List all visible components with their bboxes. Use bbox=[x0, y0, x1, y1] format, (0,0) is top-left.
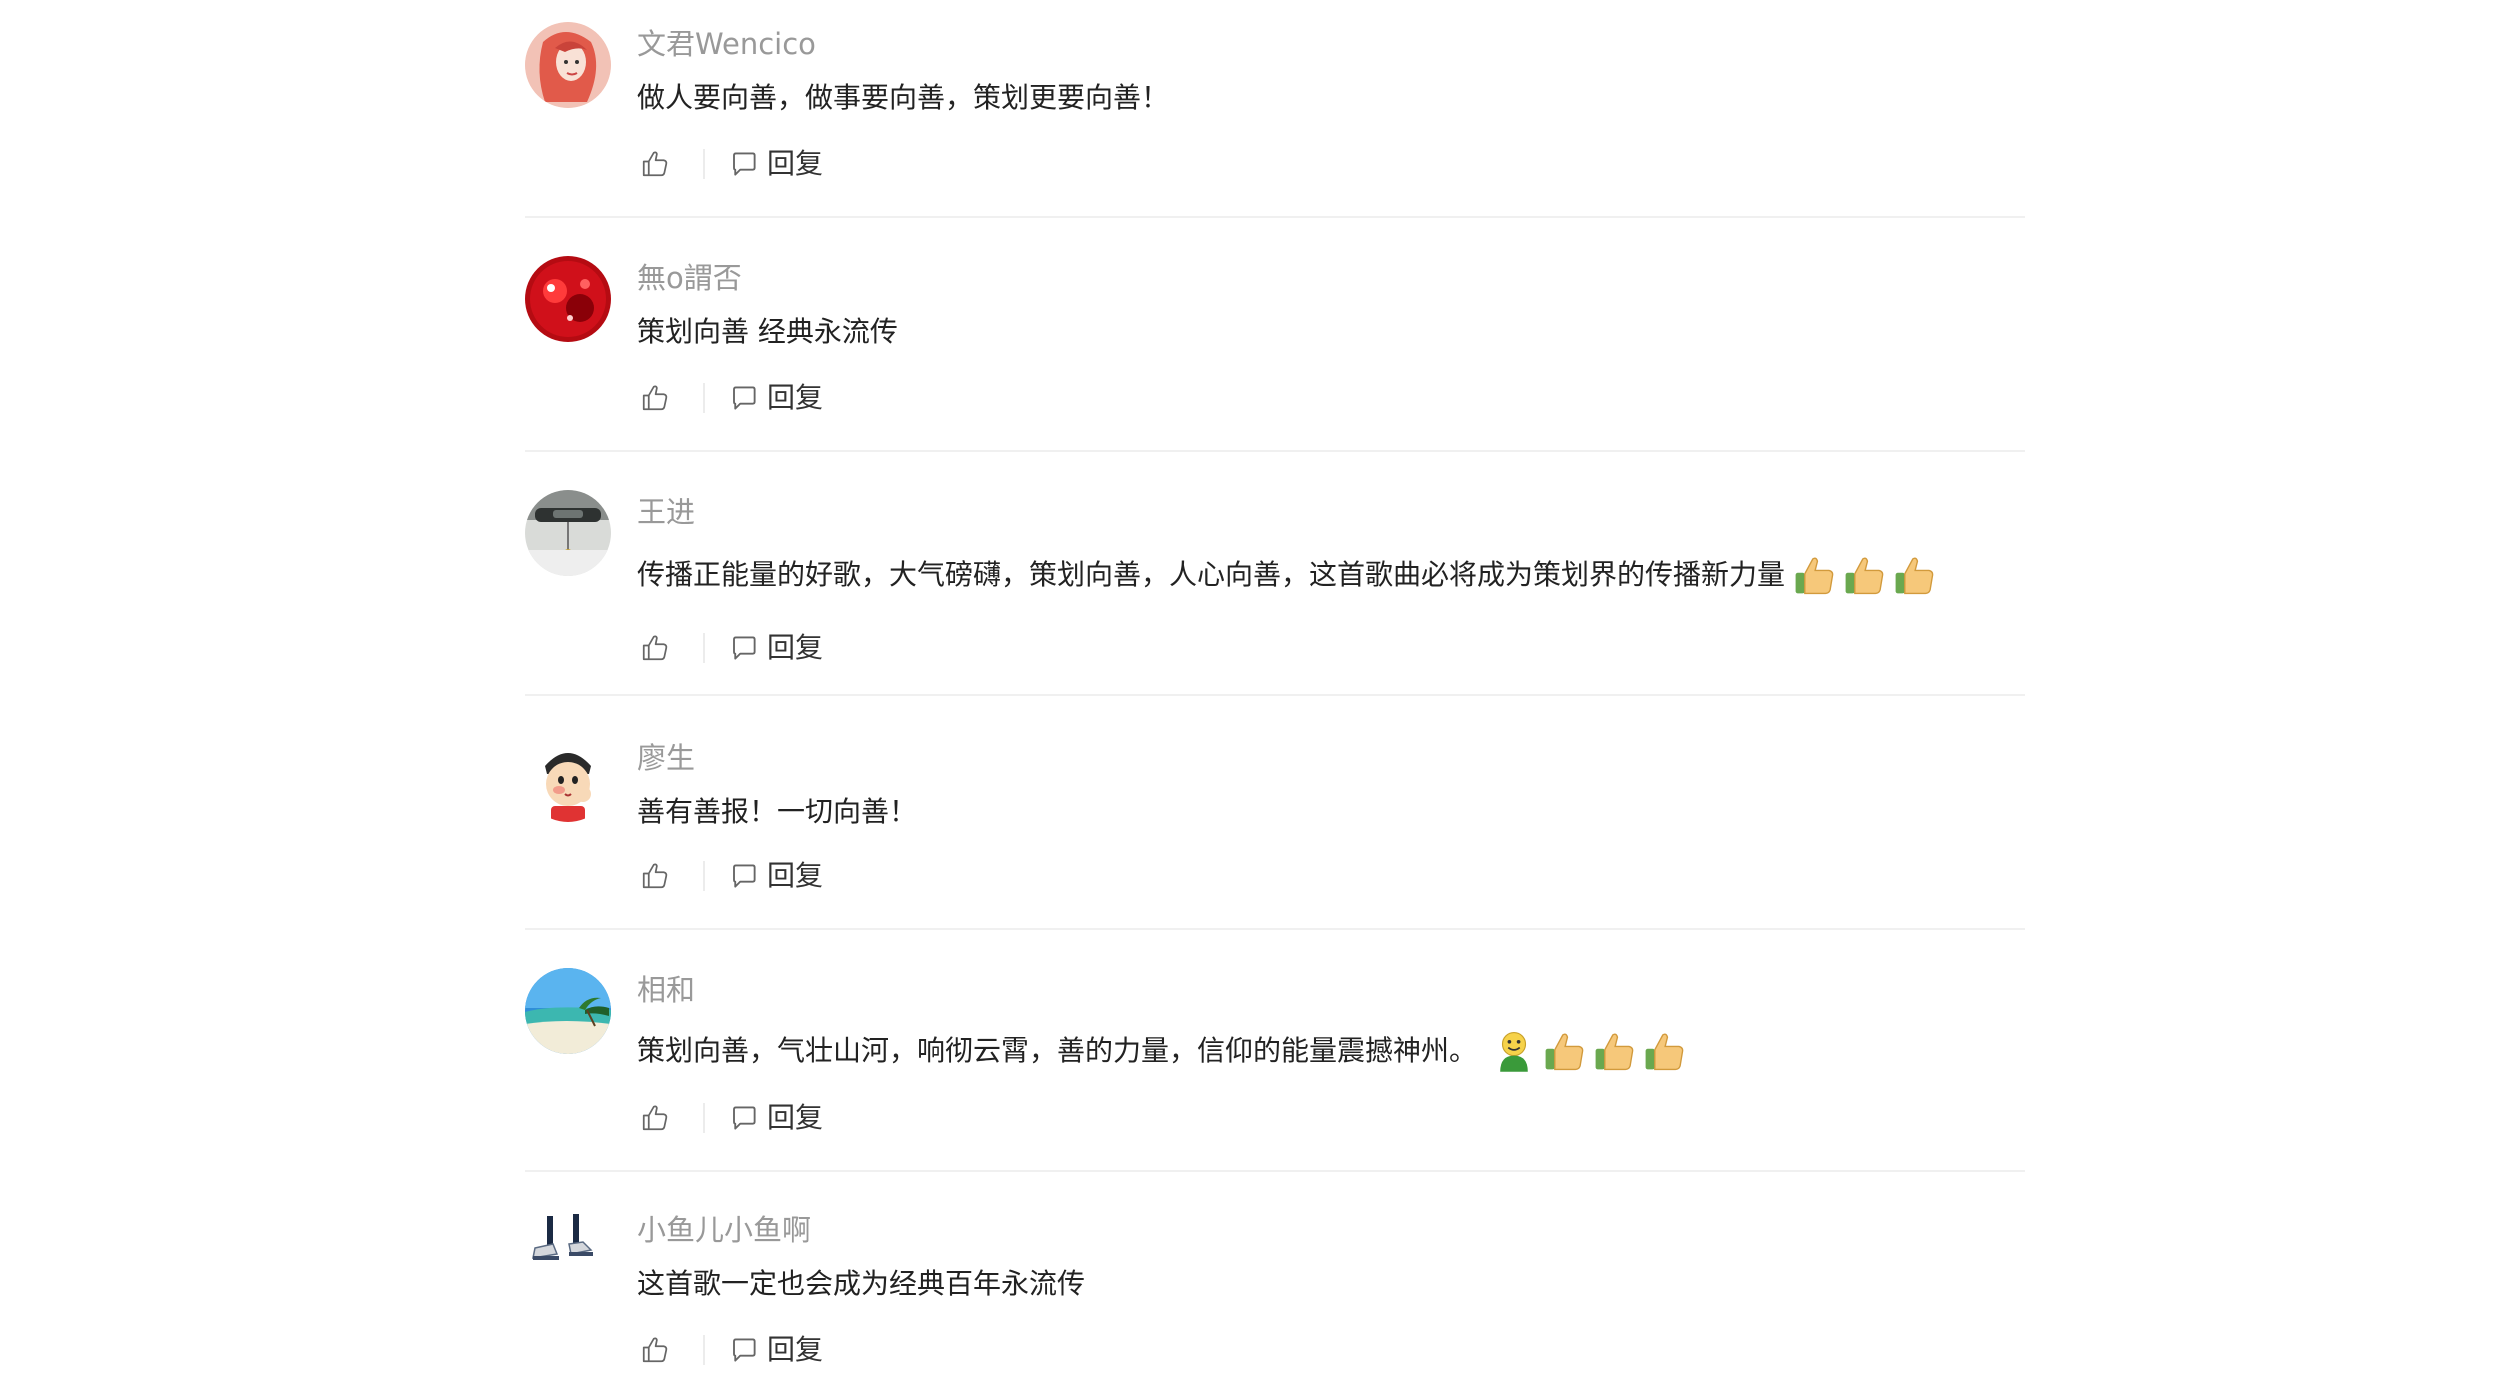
thumbs-up-emoji-icon bbox=[1645, 1033, 1684, 1071]
comment-actions: 回复 bbox=[637, 144, 823, 184]
thumbs-up-icon bbox=[642, 1105, 668, 1131]
like-button[interactable] bbox=[637, 1332, 673, 1368]
reply-label: 回复 bbox=[767, 631, 824, 664]
like-button[interactable] bbox=[637, 380, 673, 416]
comment-bubble-icon bbox=[733, 386, 756, 410]
comment-username[interactable]: 無o謂否 bbox=[637, 258, 742, 298]
comment-actions: 回复 bbox=[637, 628, 823, 668]
like-button[interactable] bbox=[637, 1100, 673, 1136]
comment-username[interactable]: 相和 bbox=[637, 970, 695, 1010]
shoes-avatar-image bbox=[525, 1208, 611, 1294]
reply-label: 回复 bbox=[767, 1101, 824, 1134]
like-button[interactable] bbox=[637, 858, 673, 894]
thumbs-up-icon bbox=[642, 863, 668, 889]
thumbs-up-icon bbox=[642, 385, 668, 411]
avatar[interactable] bbox=[525, 490, 611, 576]
comment-item: 王进 传播正能量的好歌，大气磅礴，策划向善，人心向善，这首歌曲必将成为策划界的传… bbox=[525, 452, 2025, 696]
car-interior-avatar-image bbox=[525, 490, 611, 576]
divider bbox=[703, 861, 705, 891]
reply-label: 回复 bbox=[767, 147, 824, 180]
comment-bubble-icon bbox=[733, 1338, 756, 1362]
comment-bubble-icon bbox=[733, 1106, 756, 1130]
comment-text: 做人要向善，做事要向善，策划更要向善！ bbox=[637, 76, 1169, 120]
reply-button[interactable]: 回复 bbox=[729, 1098, 823, 1138]
comment-text-body: 这首歌一定也会成为经典百年永流传 bbox=[637, 1267, 1086, 1300]
thumbs-up-emoji-icon bbox=[1845, 557, 1884, 595]
avatar[interactable] bbox=[525, 736, 611, 822]
comment-actions: 回复 bbox=[637, 378, 823, 418]
reply-button[interactable]: 回复 bbox=[729, 856, 823, 896]
comment-item: 相和 策划向善，气壮山河，响彻云霄，善的力量，信仰的能量震撼神州。 回复 bbox=[525, 930, 2025, 1172]
reply-label: 回复 bbox=[767, 1333, 824, 1366]
comment-username[interactable]: 王进 bbox=[637, 492, 695, 532]
comment-text-body: 传播正能量的好歌，大气磅礴，策划向善，人心向善，这首歌曲必将成为策划界的传播新力… bbox=[637, 558, 1786, 591]
thumbs-up-emoji-icon bbox=[1795, 557, 1834, 595]
divider bbox=[703, 1335, 705, 1365]
divider bbox=[703, 1103, 705, 1133]
comment-text: 善有善报！一切向善！ bbox=[637, 790, 917, 834]
cartoon-boy-avatar-image bbox=[525, 736, 611, 822]
reply-label: 回复 bbox=[767, 859, 824, 892]
comment-item: 無o謂否 策划向善 经典永流传 回复 bbox=[525, 218, 2025, 452]
woman-portrait-avatar-image bbox=[525, 22, 611, 108]
reply-button[interactable]: 回复 bbox=[729, 144, 823, 184]
comment-item: 廖生 善有善报！一切向善！ 回复 bbox=[525, 696, 2025, 930]
comment-actions: 回复 bbox=[637, 856, 823, 896]
comment-text: 传播正能量的好歌，大气磅礴，策划向善，人心向善，这首歌曲必将成为策划界的传播新力… bbox=[637, 552, 1937, 598]
thumbs-up-emoji-icon bbox=[1895, 557, 1934, 595]
comment-bubble-icon bbox=[733, 864, 756, 888]
like-button[interactable] bbox=[637, 146, 673, 182]
reply-button[interactable]: 回复 bbox=[729, 1330, 823, 1370]
reply-button[interactable]: 回复 bbox=[729, 378, 823, 418]
comment-text-body: 做人要向善，做事要向善，策划更要向善！ bbox=[637, 81, 1170, 114]
beach-avatar-image bbox=[525, 968, 611, 1054]
thumbs-up-emoji-icon bbox=[1595, 1033, 1634, 1071]
comment-text: 策划向善，气壮山河，响彻云霄，善的力量，信仰的能量震撼神州。 bbox=[637, 1028, 1687, 1074]
comment-item: 文君Wencico 做人要向善，做事要向善，策划更要向善！ 回复 bbox=[525, 0, 2025, 218]
divider bbox=[703, 149, 705, 179]
comment-text-body: 策划向善，气壮山河，响彻云霄，善的力量，信仰的能量震撼神州。 bbox=[637, 1034, 1478, 1067]
comment-username[interactable]: 小鱼儿小鱼啊 bbox=[637, 1210, 811, 1250]
reply-label: 回复 bbox=[767, 381, 824, 414]
thumbs-up-emoji-icon bbox=[1545, 1033, 1584, 1071]
thumbs-up-icon bbox=[642, 635, 668, 661]
comment-username[interactable]: 廖生 bbox=[637, 738, 695, 778]
comment-bubble-icon bbox=[733, 636, 756, 660]
thumbs-up-icon bbox=[642, 151, 668, 177]
avatar[interactable] bbox=[525, 1208, 611, 1294]
divider bbox=[703, 383, 705, 413]
red-abstract-avatar-image bbox=[525, 256, 611, 342]
comment-item: 小鱼儿小鱼啊 这首歌一定也会成为经典百年永流传 回复 bbox=[525, 1172, 2025, 1380]
comment-username[interactable]: 文君Wencico bbox=[637, 24, 816, 64]
avatar[interactable] bbox=[525, 968, 611, 1054]
comment-actions: 回复 bbox=[637, 1330, 823, 1370]
comment-text-body: 策划向善 经典永流传 bbox=[637, 315, 898, 348]
comment-text: 策划向善 经典永流传 bbox=[637, 310, 898, 354]
divider bbox=[703, 633, 705, 663]
emoji-group bbox=[1487, 1028, 1687, 1074]
comment-actions: 回复 bbox=[637, 1098, 823, 1138]
reply-button[interactable]: 回复 bbox=[729, 628, 823, 668]
smiley-emoji-icon bbox=[1500, 1032, 1528, 1072]
avatar[interactable] bbox=[525, 256, 611, 342]
comment-bubble-icon bbox=[733, 152, 756, 176]
emoji-group bbox=[1787, 552, 1937, 598]
like-button[interactable] bbox=[637, 630, 673, 666]
comment-text-body: 善有善报！一切向善！ bbox=[637, 795, 918, 828]
avatar[interactable] bbox=[525, 22, 611, 108]
comment-text: 这首歌一定也会成为经典百年永流传 bbox=[637, 1262, 1085, 1306]
thumbs-up-icon bbox=[642, 1337, 668, 1363]
